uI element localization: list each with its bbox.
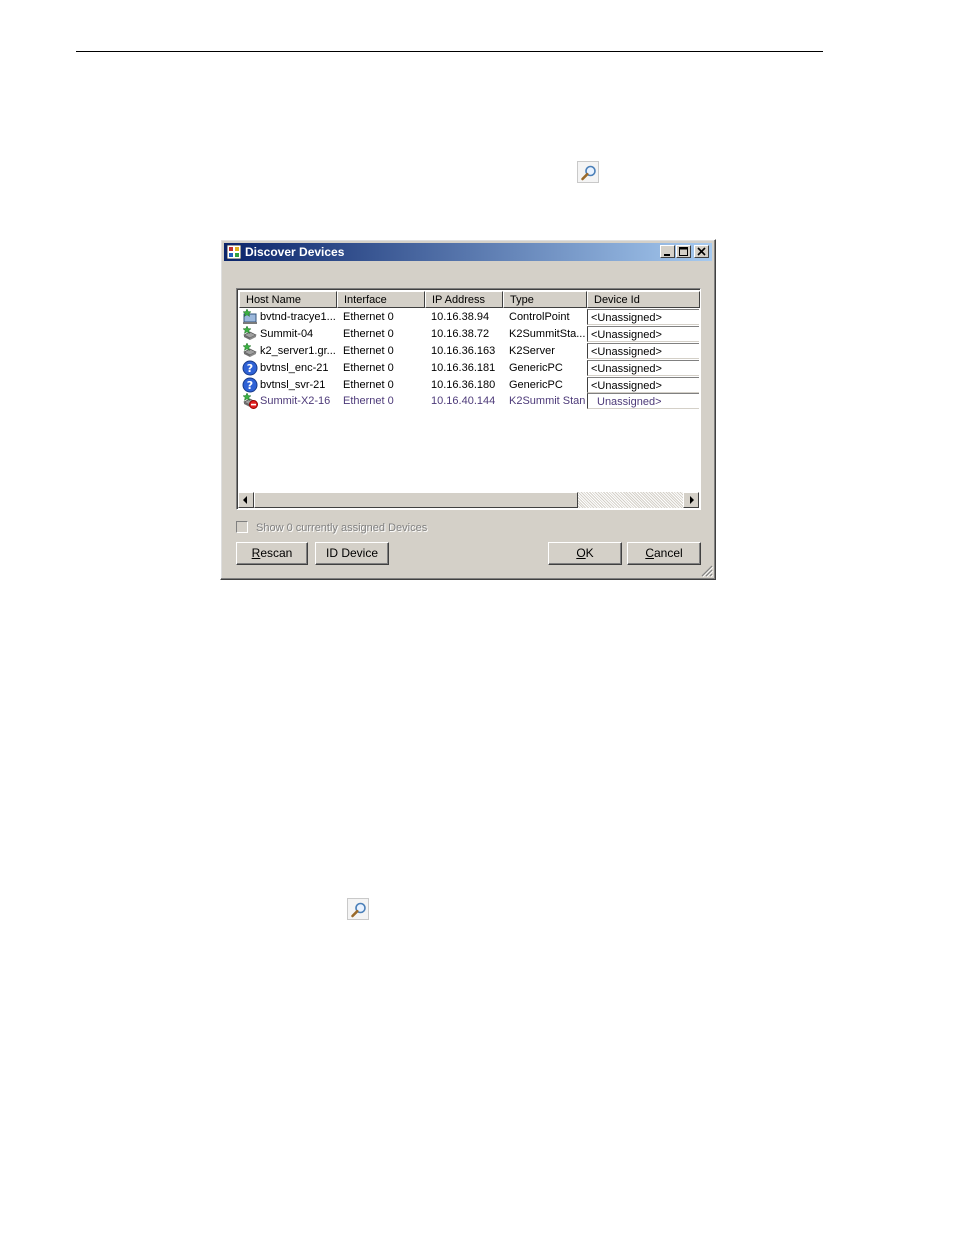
host-name-cell: bvtnd-tracye1... — [260, 311, 336, 323]
ip-address-cell: 10.16.38.94 — [431, 311, 490, 323]
rescan-label: escan — [260, 546, 293, 560]
window-title: Discover Devices — [245, 245, 345, 259]
list-header: Host Name Interface IP Address Type Devi… — [239, 291, 700, 308]
title-bar[interactable]: Discover Devices — [224, 243, 712, 261]
show-assigned-label: Show 0 currently assigned Devices — [256, 522, 428, 534]
host-name-cell: bvtnsl_enc-21 — [260, 362, 329, 374]
maximize-button[interactable] — [676, 245, 691, 258]
host-name-cell: Summit-04 — [260, 328, 314, 340]
type-cell: GenericPC — [509, 362, 563, 374]
scroll-left-button[interactable] — [238, 492, 254, 508]
device-id-field[interactable]: <Unassigned> — [587, 377, 699, 393]
devices-list[interactable]: Host Name Interface IP Address Type Devi… — [236, 288, 701, 510]
table-row[interactable]: k2_server1.gr... Ethernet 0 10.16.36.163… — [239, 343, 700, 360]
ip-address-cell: 10.16.36.163 — [431, 345, 496, 357]
interface-cell: Ethernet 0 — [343, 311, 394, 323]
server-blocked-icon — [242, 393, 258, 409]
ip-address-cell: 10.16.36.181 — [431, 362, 496, 374]
column-ip-address[interactable]: IP Address — [425, 291, 503, 308]
interface-cell: Ethernet 0 — [343, 362, 394, 374]
id-device-label: ID Device — [325, 546, 378, 560]
svg-text:?: ? — [247, 379, 253, 392]
close-button[interactable] — [694, 245, 709, 258]
discover-devices-dialog: Discover Devices Host Name Interface IP … — [220, 239, 716, 580]
ok-button[interactable]: OK — [548, 542, 622, 565]
server-star-icon — [242, 343, 257, 357]
scroll-thumb[interactable] — [254, 492, 578, 508]
show-assigned-checkbox[interactable] — [236, 521, 248, 533]
type-cell: K2SummitSta... — [509, 328, 585, 340]
scroll-right-button[interactable] — [683, 492, 699, 508]
interface-cell: Ethernet 0 — [343, 379, 394, 391]
svg-text:?: ? — [247, 362, 253, 375]
page-header-rule — [76, 51, 823, 52]
app-icon — [227, 245, 241, 259]
id-device-button[interactable]: ID Device — [315, 542, 389, 565]
arrow-left-icon — [243, 496, 247, 504]
type-cell: ControlPoint — [509, 311, 570, 323]
cancel-button[interactable]: Cancel — [627, 542, 701, 565]
cancel-label: ancel — [653, 546, 683, 560]
question-icon: ? — [242, 377, 258, 393]
table-row[interactable]: bvtnd-tracye1... Ethernet 0 10.16.38.94 … — [239, 309, 700, 326]
question-icon: ? — [242, 360, 258, 376]
ok-label: K — [585, 546, 594, 560]
find-devices-icon — [577, 161, 599, 183]
table-row[interactable]: ? bvtnsl_svr-21 Ethernet 0 10.16.36.180 … — [239, 377, 700, 394]
device-id-field[interactable]: <Unassigned> — [587, 309, 699, 325]
interface-cell: Ethernet 0 — [343, 395, 394, 407]
find-devices-icon — [347, 898, 369, 920]
table-row[interactable]: Summit-04 Ethernet 0 10.16.38.72 K2Summi… — [239, 326, 700, 343]
type-cell: K2Server — [509, 345, 555, 357]
horizontal-scrollbar[interactable] — [238, 492, 699, 508]
table-row[interactable]: Summit-X2-16 Ethernet 0 10.16.40.144 K2S… — [239, 393, 700, 410]
type-cell: K2Summit Stan. — [509, 395, 585, 407]
ip-address-cell: 10.16.38.72 — [431, 328, 490, 340]
table-row[interactable]: ? bvtnsl_enc-21 Ethernet 0 10.16.36.181 … — [239, 360, 700, 377]
column-type[interactable]: Type — [503, 291, 587, 308]
ok-mnemonic: O — [576, 546, 586, 560]
rescan-button[interactable]: Rescan — [236, 542, 308, 565]
column-host-name[interactable]: Host Name — [239, 291, 337, 308]
rescan-mnemonic: R — [251, 546, 261, 560]
arrow-right-icon — [690, 496, 694, 504]
workstation-star-icon — [242, 309, 257, 324]
ip-address-cell: 10.16.40.144 — [431, 395, 496, 407]
interface-cell: Ethernet 0 — [343, 328, 394, 340]
cancel-mnemonic: C — [645, 546, 654, 560]
server-star-icon — [242, 326, 257, 340]
device-id-field[interactable]: <Unassigned> — [587, 360, 699, 376]
ip-address-cell: 10.16.36.180 — [431, 379, 496, 391]
device-id-field[interactable]: <Unassigned> — [587, 343, 699, 359]
host-name-cell: bvtnsl_svr-21 — [260, 379, 326, 391]
device-id-field[interactable]: Unassigned> — [587, 393, 699, 409]
host-name-cell: Summit-X2-16 — [260, 395, 331, 407]
column-interface[interactable]: Interface — [337, 291, 425, 308]
interface-cell: Ethernet 0 — [343, 345, 394, 357]
device-id-field[interactable]: <Unassigned> — [587, 326, 699, 342]
minimize-button[interactable] — [660, 245, 675, 258]
resize-grip-icon[interactable] — [701, 565, 713, 577]
host-name-cell: k2_server1.gr... — [260, 345, 336, 357]
column-device-id[interactable]: Device Id — [587, 291, 700, 308]
type-cell: GenericPC — [509, 379, 563, 391]
